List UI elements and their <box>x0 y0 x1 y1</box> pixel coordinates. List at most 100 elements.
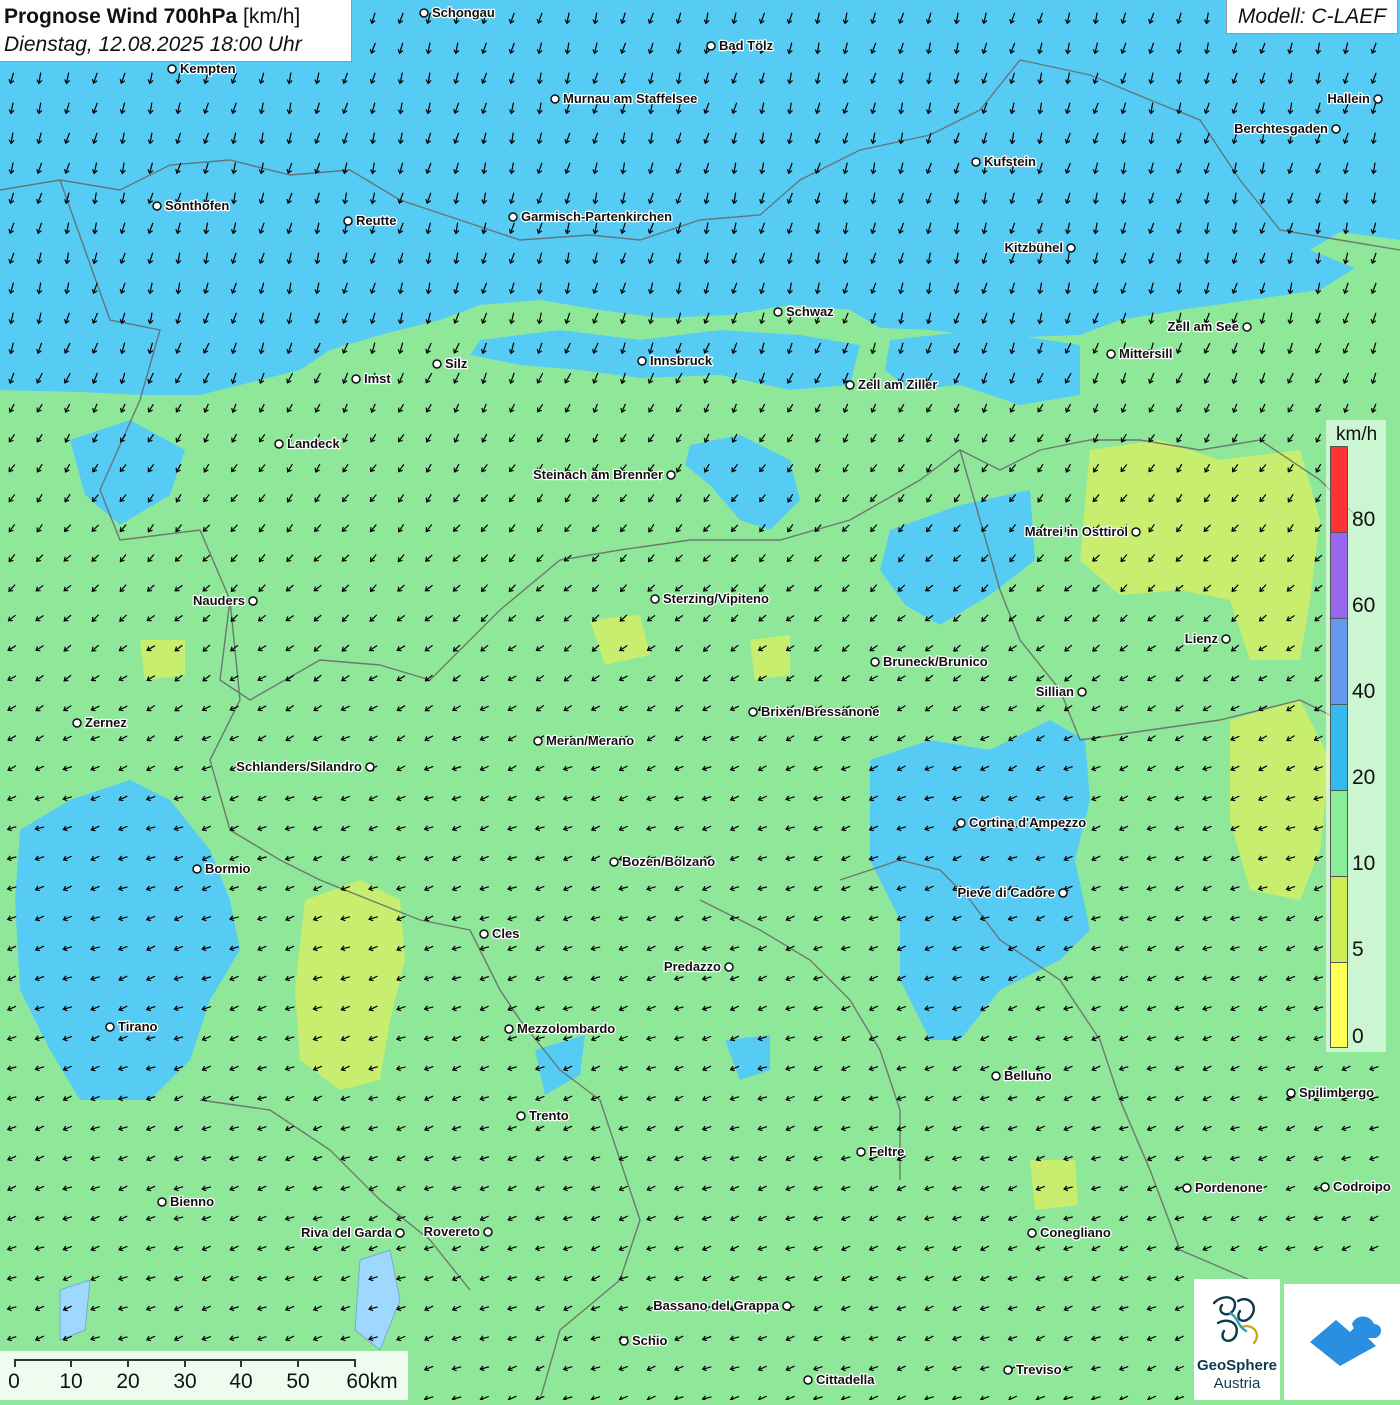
city-marker: Sterzing/Vipiteno <box>650 590 770 607</box>
city-label: Imst <box>364 371 391 386</box>
city-dot-icon <box>1221 634 1231 644</box>
city-label: Belluno <box>1004 1068 1052 1083</box>
city-label: Tirano <box>118 1019 158 1034</box>
city-label: Pordenone <box>1195 1180 1263 1195</box>
city-marker: Meran/Merano <box>533 732 635 749</box>
city-label: Schwaz <box>786 304 834 319</box>
weather-app-logo[interactable] <box>1284 1284 1400 1400</box>
legend-seg-red <box>1331 447 1347 533</box>
city-dot-icon <box>666 470 676 480</box>
city-dot-icon <box>956 818 966 828</box>
city-dot-icon <box>274 439 284 449</box>
city-dot-icon <box>856 1147 866 1157</box>
city-marker: Sonthofen <box>152 197 231 214</box>
city-dot-icon <box>637 356 647 366</box>
city-dot-icon <box>516 1111 526 1121</box>
scale-tick <box>127 1359 129 1367</box>
city-label: Cles <box>492 926 519 941</box>
forecast-datetime: Dienstag, 12.08.2025 18:00 Uhr <box>4 33 302 56</box>
city-dot-icon <box>650 594 660 604</box>
city-label: Spilimbergo <box>1299 1085 1374 1100</box>
city-label: Schlanders/Silandro <box>236 759 362 774</box>
legend-label-10: 10 <box>1352 852 1376 875</box>
wind-map: Schongau Bad Tölz Kempten Murnau am Staffel… <box>0 0 1400 1400</box>
city-label: Landeck <box>287 436 341 451</box>
city-dot-icon <box>157 1197 167 1207</box>
legend-label-80: 80 <box>1352 508 1376 531</box>
city-label: Cittadella <box>816 1372 875 1387</box>
city-label: Bassano del Grappa <box>653 1298 779 1313</box>
city-dot-icon <box>105 1022 115 1032</box>
city-dot-icon <box>1003 1365 1013 1375</box>
scale-bar: 0 10 20 30 40 50 60km <box>0 1351 408 1400</box>
city-label: Innsbruck <box>650 353 713 368</box>
city-dot-icon <box>845 380 855 390</box>
legend-seg-purple <box>1331 533 1347 619</box>
title-unit: [km/h] <box>243 5 301 28</box>
scale-tick <box>240 1359 242 1367</box>
city-marker: Innsbruck <box>637 352 714 369</box>
city-dot-icon <box>419 8 429 18</box>
city-marker: Steinach am Brenner <box>532 466 676 483</box>
city-marker: Bozen/Bolzano <box>609 853 716 870</box>
scale-tick <box>184 1359 186 1367</box>
legend-seg-green <box>1331 791 1347 877</box>
city-label: Schongau <box>432 5 495 20</box>
city-dot-icon <box>479 929 489 939</box>
city-dot-icon <box>1077 687 1087 697</box>
legend-seg-lime <box>1331 877 1347 963</box>
scale-label: 0 <box>8 1370 20 1393</box>
city-marker: Berchtesgaden <box>1233 120 1341 137</box>
mountain-cloud-icon <box>1310 1316 1382 1366</box>
city-label: Rovereto <box>424 1224 480 1239</box>
scale-label: 20 <box>116 1370 140 1393</box>
city-label: Bruneck/Brunico <box>883 654 988 669</box>
legend-colorbar <box>1330 446 1348 1048</box>
city-dot-icon <box>1331 124 1341 134</box>
city-label: Codroipo <box>1333 1179 1391 1194</box>
city-marker: Garmisch-Partenkirchen <box>508 208 673 225</box>
geosphere-logo[interactable]: GeoSphere Austria <box>1194 1279 1280 1400</box>
city-dot-icon <box>533 736 543 746</box>
legend-label-60: 60 <box>1352 594 1376 617</box>
city-label: Mittersill <box>1119 346 1172 361</box>
color-legend: km/h 80 60 40 20 10 5 0 <box>1326 420 1386 1052</box>
city-label: Zell am See <box>1167 319 1239 334</box>
city-label: Hallein <box>1327 91 1370 106</box>
city-dot-icon <box>803 1375 813 1385</box>
city-label: Berchtesgaden <box>1234 121 1328 136</box>
city-dot-icon <box>365 762 375 772</box>
city-marker: Zell am See <box>1166 318 1252 335</box>
city-label: Riva del Garda <box>301 1225 393 1240</box>
city-dot-icon <box>1106 349 1116 359</box>
city-marker: Murnau am Staffelsee <box>550 90 699 107</box>
city-marker: Brixen/Bressanone <box>748 703 881 720</box>
city-dot-icon <box>609 857 619 867</box>
scale-label: 40 <box>229 1370 253 1393</box>
calm-patch-feltre <box>1030 1160 1078 1210</box>
scale-tick <box>354 1359 356 1367</box>
legend-seg-cyan <box>1331 705 1347 791</box>
legend-unit: km/h <box>1336 424 1378 445</box>
city-label: Lienz <box>1185 631 1219 646</box>
scale-label: 50 <box>286 1370 310 1393</box>
city-marker: Schlanders/Silandro <box>235 758 375 775</box>
city-marker: Mezzolombardo <box>504 1020 617 1037</box>
city-marker: Bassano del Grappa <box>652 1297 792 1314</box>
city-dot-icon <box>706 41 716 51</box>
scale-label: 10 <box>59 1370 83 1393</box>
city-label: Zernez <box>85 715 127 730</box>
city-marker: Spilimbergo <box>1286 1084 1375 1101</box>
city-label: Sterzing/Vipiteno <box>663 591 769 606</box>
city-dot-icon <box>1027 1228 1037 1238</box>
map-title: Prognose Wind 700hPa [km/h] <box>4 3 351 31</box>
city-label: Meran/Merano <box>546 733 634 748</box>
city-marker: Schongau <box>419 4 496 21</box>
city-label: Zell am Ziller <box>858 377 937 392</box>
title-main: Prognose Wind 700hPa <box>4 5 238 28</box>
city-label: Pieve di Cadore <box>957 885 1055 900</box>
city-label: Sonthofen <box>165 198 229 213</box>
city-dot-icon <box>1242 322 1252 332</box>
city-dot-icon <box>508 212 518 222</box>
geosphere-name: GeoSphere <box>1196 1357 1278 1374</box>
